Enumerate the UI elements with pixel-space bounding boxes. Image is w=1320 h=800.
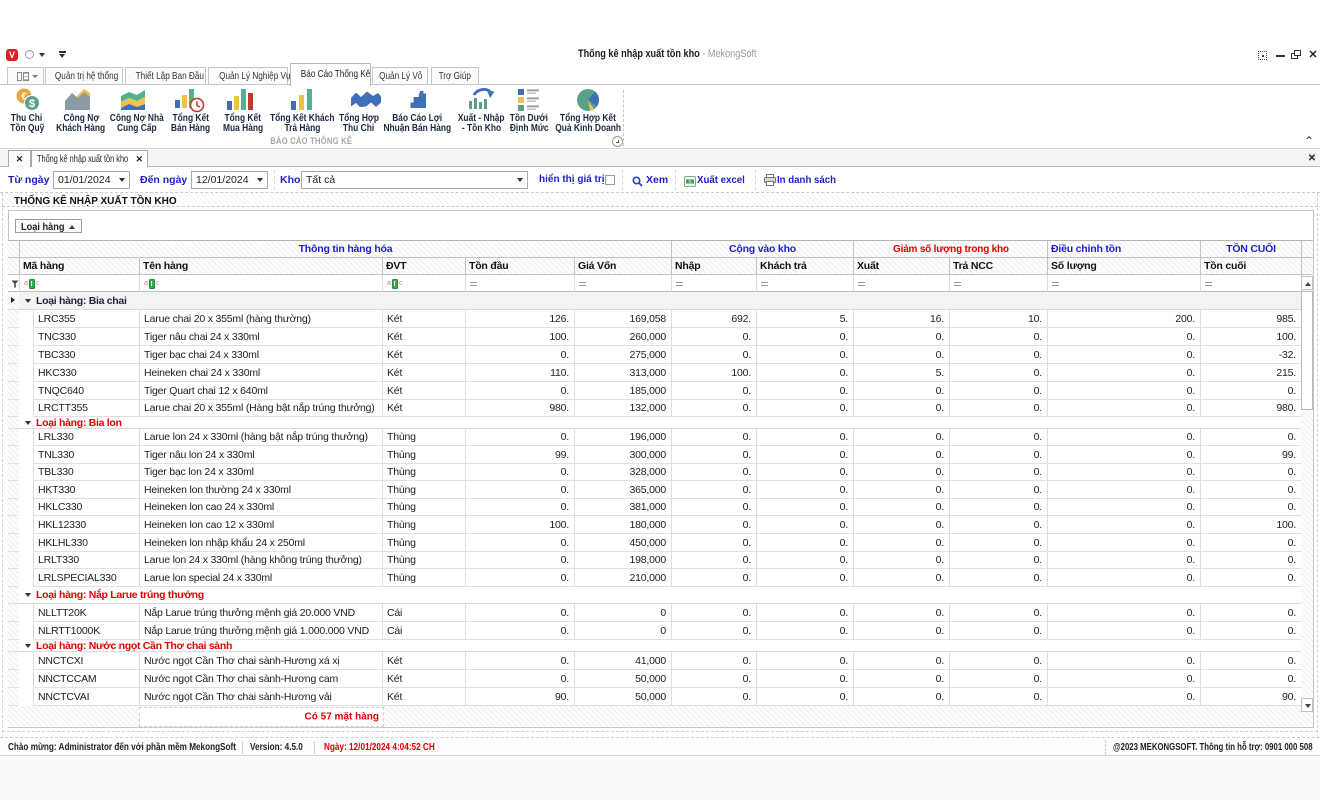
svg-text:X: X bbox=[688, 179, 691, 184]
svg-text:$: $ bbox=[29, 98, 35, 110]
